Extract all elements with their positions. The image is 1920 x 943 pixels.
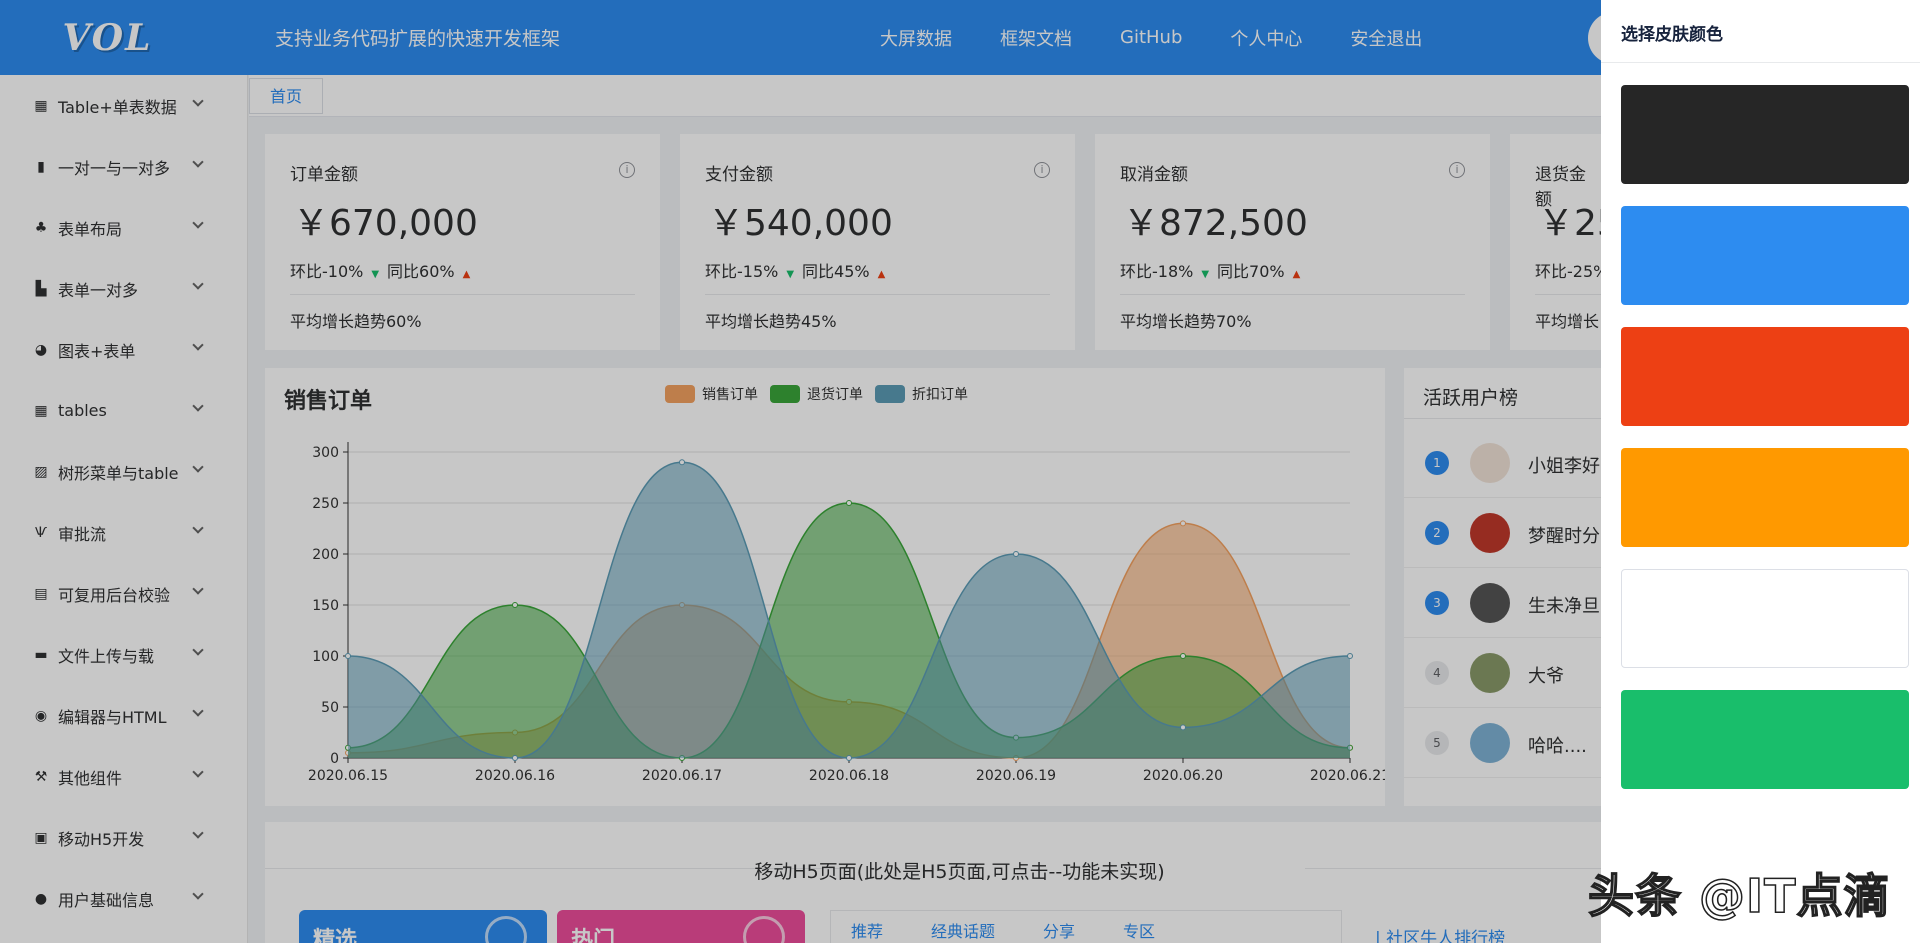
modal-mask[interactable] [0,0,1601,943]
skin-swatch-blue[interactable] [1621,206,1909,305]
watermark: 头条 @IT点滴 [1587,868,1891,924]
skin-swatch-dark[interactable] [1621,85,1909,184]
skin-swatch-green[interactable] [1621,690,1909,789]
skin-swatch-white[interactable] [1621,569,1909,668]
skin-swatch-orange[interactable] [1621,448,1909,547]
divider [1601,62,1920,63]
skin-color-drawer: 选择皮肤颜色 [1601,0,1920,943]
skin-swatch-red[interactable] [1621,327,1909,426]
drawer-title: 选择皮肤颜色 [1621,25,1723,45]
